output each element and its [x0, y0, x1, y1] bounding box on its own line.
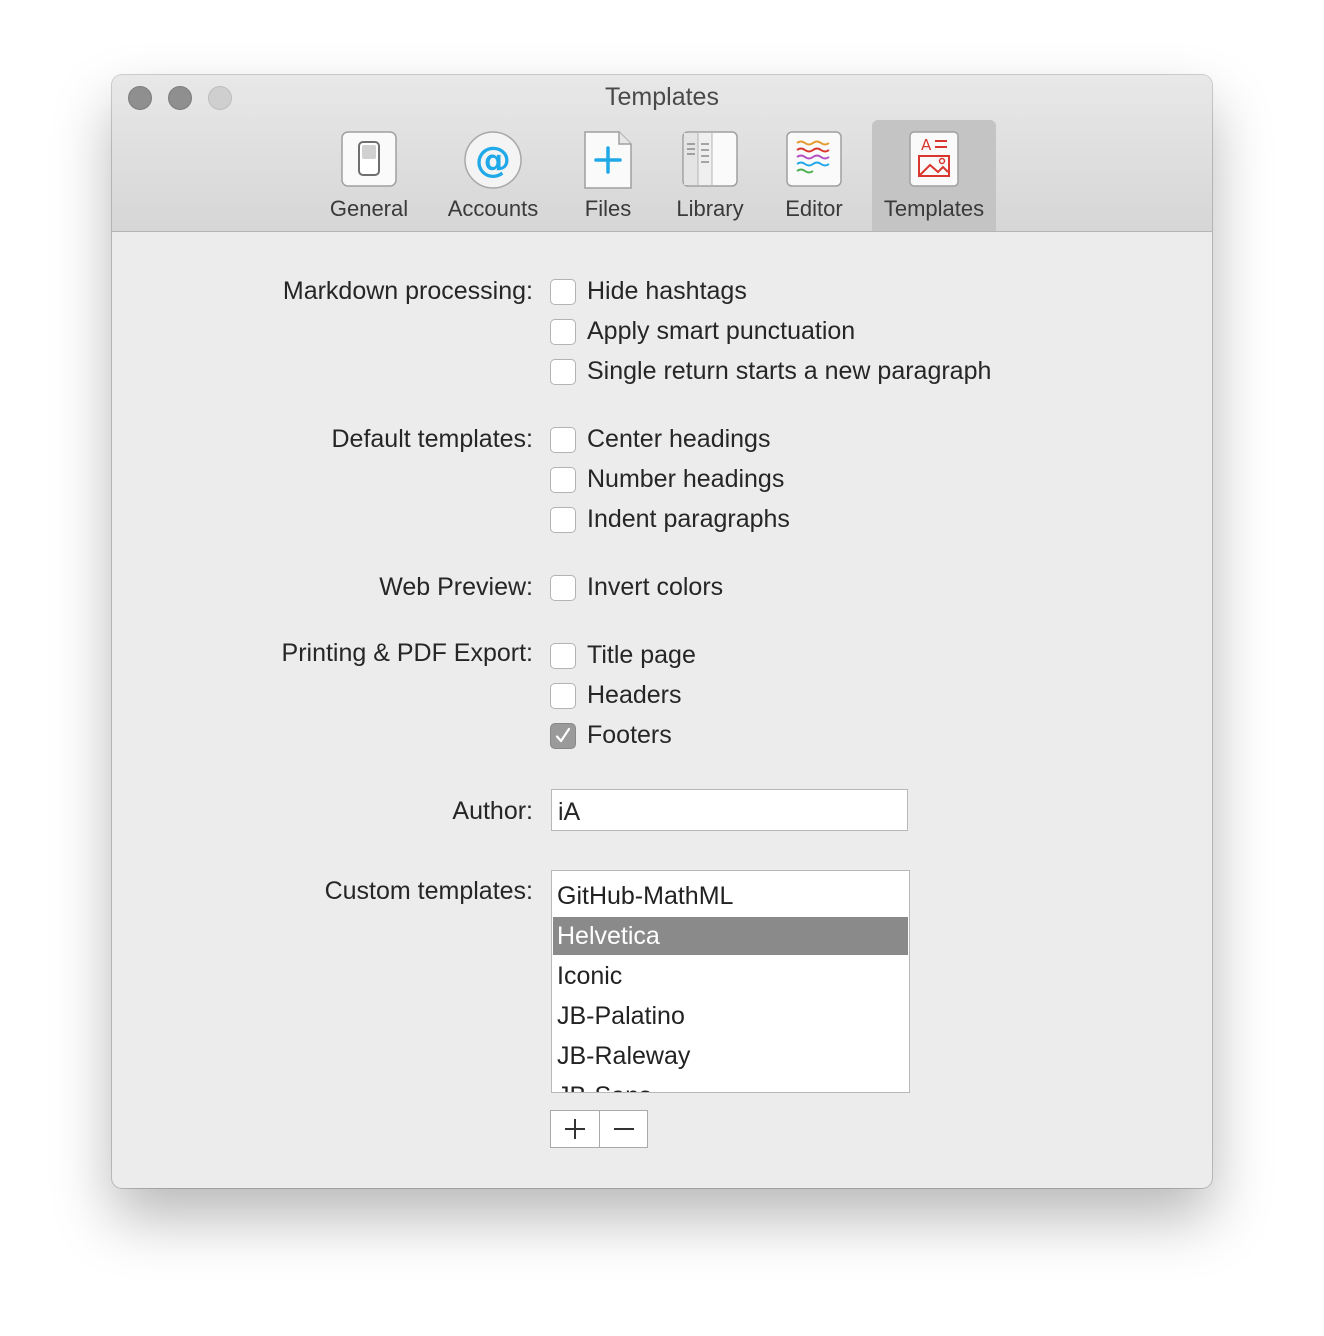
- tab-editor[interactable]: Editor: [772, 120, 856, 231]
- author-label: Author:: [452, 797, 533, 825]
- checkmark-icon: [555, 727, 571, 743]
- list-item[interactable]: JB-Sans: [553, 1077, 908, 1092]
- markdown-processing-label: Markdown processing:: [282, 277, 533, 305]
- list-item[interactable]: GitHub-MathML: [553, 877, 908, 915]
- library-icon: [681, 130, 739, 193]
- list-item[interactable]: JB-Raleway: [553, 1037, 908, 1075]
- tab-general-label: General: [329, 196, 409, 221]
- add-template-button[interactable]: [551, 1111, 600, 1147]
- tab-library-label: Library: [676, 196, 744, 221]
- tab-accounts[interactable]: @ Accounts: [434, 120, 552, 231]
- list-item[interactable]: Iconic: [553, 957, 908, 995]
- new-file-icon: [583, 130, 633, 195]
- add-remove-buttons: [550, 1110, 648, 1148]
- editor-lines-icon: [785, 130, 843, 193]
- svg-text:@: @: [475, 140, 511, 181]
- author-input[interactable]: [551, 789, 908, 831]
- title-bar: Templates General @ Accounts Files Libra…: [112, 75, 1212, 232]
- list-item-selected[interactable]: Helvetica: [553, 917, 908, 955]
- tab-general[interactable]: General: [320, 120, 418, 231]
- printing-pdf-label: Printing & PDF Export:: [281, 639, 533, 667]
- minus-icon: [614, 1128, 634, 1130]
- svg-text:A: A: [921, 136, 932, 154]
- tab-library[interactable]: Library: [662, 120, 758, 231]
- tab-files-label: Files: [584, 196, 632, 221]
- preferences-window: Templates General @ Accounts Files Libra…: [112, 75, 1212, 1188]
- default-templates-label: Default templates:: [331, 425, 534, 453]
- tab-accounts-label: Accounts: [447, 196, 539, 221]
- custom-templates-label: Custom templates:: [324, 877, 533, 905]
- window-title: Templates: [605, 83, 719, 111]
- template-icon: A: [908, 130, 960, 193]
- tab-files[interactable]: Files: [568, 120, 648, 231]
- custom-templates-list[interactable]: GitHub-MathML Helvetica Iconic JB-Palati…: [551, 870, 910, 1093]
- switch-icon: [340, 130, 398, 193]
- templates-pane: Markdown processing: Hide hashtags Apply…: [112, 232, 1212, 1188]
- tab-templates-label: Templates: [883, 196, 985, 221]
- tab-templates[interactable]: A Templates: [872, 120, 996, 231]
- at-sign-icon: @: [463, 130, 523, 195]
- list-item[interactable]: JB-Palatino: [553, 997, 908, 1035]
- plus-icon: [565, 1119, 585, 1139]
- remove-template-button[interactable]: [600, 1111, 648, 1147]
- web-preview-label: Web Preview:: [379, 573, 533, 601]
- tab-editor-label: Editor: [785, 196, 843, 221]
